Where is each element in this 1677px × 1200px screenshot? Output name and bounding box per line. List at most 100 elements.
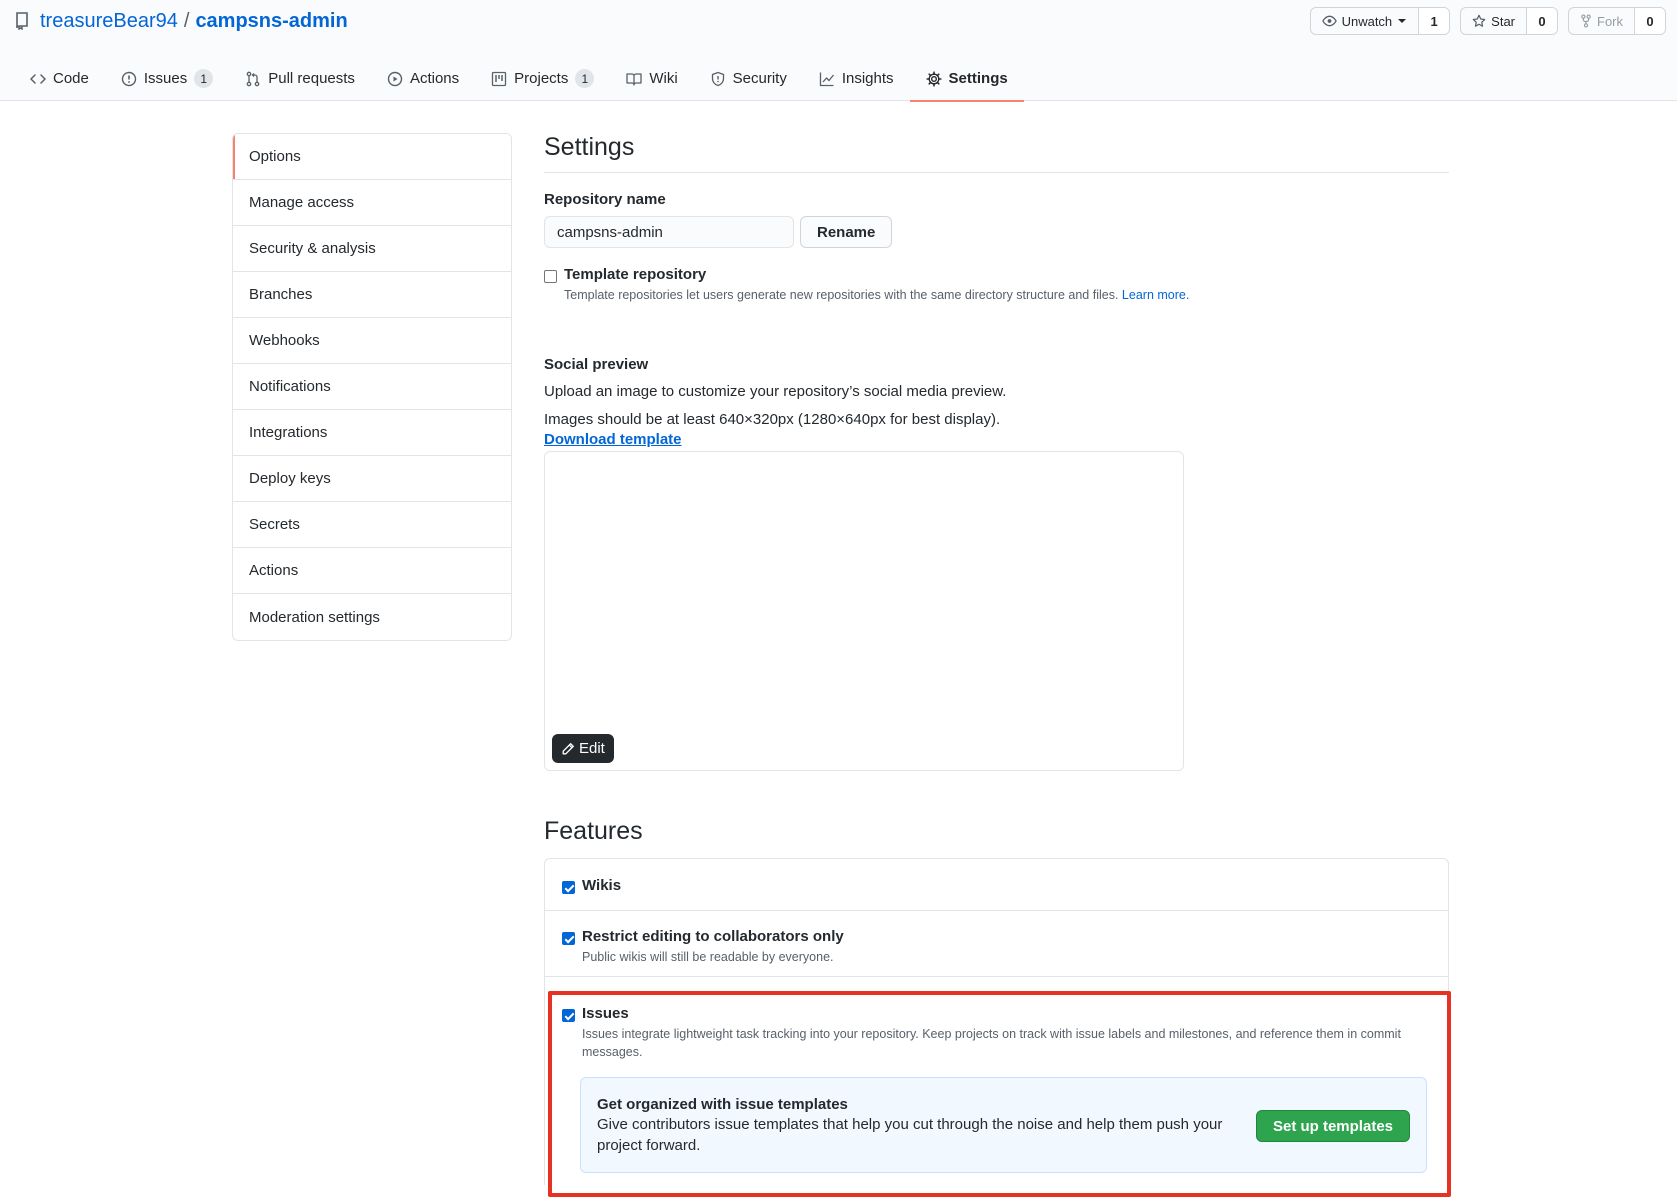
sidebar-item-integrations[interactable]: Integrations <box>233 410 511 456</box>
issues-label: Issues <box>582 1005 629 1022</box>
repo-name-input[interactable]: campsns-admin <box>544 216 794 248</box>
template-repo-note-text: Template repositories let users generate… <box>564 288 1119 302</box>
repo-separator: / <box>183 9 190 32</box>
star-button[interactable]: Star <box>1461 8 1527 34</box>
tab-wiki[interactable]: Wiki <box>610 56 693 101</box>
settings-sidebar: Options Manage access Security & analysi… <box>232 133 512 641</box>
features-box: Wikis Restrict editing to collaborators … <box>544 858 1449 1185</box>
template-repo-title: Template repository <box>564 266 707 283</box>
issue-icon <box>121 71 137 86</box>
repo-icon <box>16 12 28 30</box>
tab-issues[interactable]: Issues 1 <box>105 56 229 101</box>
repo-actions: Unwatch 1 Star 0 Fork 0 <box>1309 7 1666 35</box>
repo-header: treasureBear94 / campsns-admin Unwatch 1… <box>0 0 1677 102</box>
edit-preview-button[interactable]: Edit <box>552 734 614 763</box>
unwatch-label: Unwatch <box>1341 13 1393 29</box>
stars-count[interactable]: 0 <box>1527 8 1557 34</box>
issue-templates-callout: Get organized with issue templates Give … <box>580 1077 1427 1173</box>
set-up-templates-button[interactable]: Set up templates <box>1255 1110 1410 1142</box>
sidebar-item-webhooks[interactable]: Webhooks <box>233 318 511 364</box>
tab-code[interactable]: Code <box>14 56 105 101</box>
tab-label: Pull requests <box>268 70 355 87</box>
wikis-option: Wikis <box>562 877 1432 894</box>
sidebar-item-actions[interactable]: Actions <box>233 548 511 594</box>
tab-insights[interactable]: Insights <box>803 56 910 101</box>
tab-settings[interactable]: Settings <box>909 56 1024 102</box>
restrict-editing-checkbox[interactable] <box>562 932 575 945</box>
caret-down-icon <box>1398 19 1407 23</box>
social-preview-image: Edit <box>544 451 1184 771</box>
page-title: Settings <box>544 133 635 161</box>
template-repo-option: Template repository Template repositorie… <box>544 266 1449 304</box>
wikis-checkbox[interactable] <box>562 881 575 894</box>
template-repo-note: Template repositories let users generate… <box>564 286 1189 304</box>
sidebar-item-manage-access[interactable]: Manage access <box>233 180 511 226</box>
pull-request-icon <box>246 71 260 86</box>
tab-actions[interactable]: Actions <box>371 56 475 101</box>
settings-main: Settings Repository name campsns-admin R… <box>544 133 1449 1185</box>
sidebar-item-moderation-settings[interactable]: Moderation settings <box>233 594 511 640</box>
callout-desc: Give contributors issue templates that h… <box>597 1116 1223 1154</box>
sidebar-item-deploy-keys[interactable]: Deploy keys <box>233 456 511 502</box>
tab-projects[interactable]: Projects 1 <box>475 56 610 101</box>
template-repo-checkbox[interactable] <box>544 270 557 283</box>
issues-note: Issues integrate lightweight task tracki… <box>582 1027 1401 1059</box>
feature-restrict-editing: Restrict editing to collaborators only P… <box>545 911 1448 977</box>
issues-option: Issues Issues integrate lightweight task… <box>562 1005 1432 1061</box>
settings-subhead: Settings <box>544 133 1449 173</box>
star-label: Star <box>1491 13 1515 29</box>
sidebar-item-security-analysis[interactable]: Security & analysis <box>233 226 511 272</box>
gear-icon <box>925 70 942 87</box>
graph-icon <box>819 72 834 86</box>
callout-title: Get organized with issue templates <box>597 1096 848 1113</box>
eye-icon <box>1321 15 1337 27</box>
tab-pull-requests[interactable]: Pull requests <box>229 56 371 101</box>
repo-name-label: Repository name <box>544 191 666 208</box>
fork-label: Fork <box>1597 13 1623 29</box>
fork-icon <box>1581 14 1591 28</box>
star-button-group: Star 0 <box>1460 7 1558 35</box>
issues-counter: 1 <box>194 69 214 88</box>
tab-label: Actions <box>409 70 460 87</box>
tab-security[interactable]: Security <box>694 56 803 101</box>
rename-button[interactable]: Rename <box>800 216 893 248</box>
project-icon <box>491 71 507 86</box>
fork-button[interactable]: Fork <box>1569 8 1635 34</box>
watchers-count[interactable]: 1 <box>1419 8 1450 34</box>
book-icon <box>626 72 642 86</box>
tab-label: Issues <box>143 70 188 87</box>
pencil-icon <box>562 742 574 754</box>
repo-owner-link[interactable]: treasureBear94 <box>40 10 178 33</box>
restrict-editing-note: Public wikis will still be readable by e… <box>582 950 834 964</box>
wikis-label: Wikis <box>582 877 622 894</box>
fork-button-group: Fork 0 <box>1568 7 1666 35</box>
learn-more-link[interactable]: Learn more. <box>1122 288 1189 302</box>
sidebar-item-branches[interactable]: Branches <box>233 272 511 318</box>
repo-tabnav: Code Issues 1 Pull requests Actions Proj… <box>14 56 1024 102</box>
play-icon <box>387 71 403 86</box>
restrict-editing-label: Restrict editing to collaborators only <box>582 928 844 945</box>
code-icon <box>30 73 46 84</box>
tab-label: Settings <box>948 70 1008 87</box>
social-preview-section: Social preview Upload an image to custom… <box>544 356 1449 771</box>
sidebar-item-notifications[interactable]: Notifications <box>233 364 511 410</box>
forks-count[interactable]: 0 <box>1635 8 1665 34</box>
issues-checkbox[interactable] <box>562 1009 575 1022</box>
restrict-editing-option: Restrict editing to collaborators only P… <box>562 928 1432 966</box>
edit-label: Edit <box>579 740 605 757</box>
projects-counter: 1 <box>575 69 595 88</box>
star-icon <box>1472 14 1486 27</box>
feature-issues: Issues Issues integrate lightweight task… <box>545 977 1448 1185</box>
repo-name-link[interactable]: campsns-admin <box>195 10 347 33</box>
tab-label: Security <box>732 70 787 87</box>
watch-button-group: Unwatch 1 <box>1309 7 1451 35</box>
rename-row: campsns-admin Rename <box>544 216 1449 248</box>
social-preview-title: Social preview <box>544 356 649 373</box>
tab-label: Insights <box>841 70 894 87</box>
sidebar-item-options[interactable]: Options <box>233 134 511 180</box>
unwatch-button[interactable]: Unwatch <box>1311 8 1420 34</box>
features-title: Features <box>544 817 643 845</box>
tab-label: Code <box>53 70 89 87</box>
download-template-link[interactable]: Download template <box>544 431 1449 448</box>
sidebar-item-secrets[interactable]: Secrets <box>233 502 511 548</box>
